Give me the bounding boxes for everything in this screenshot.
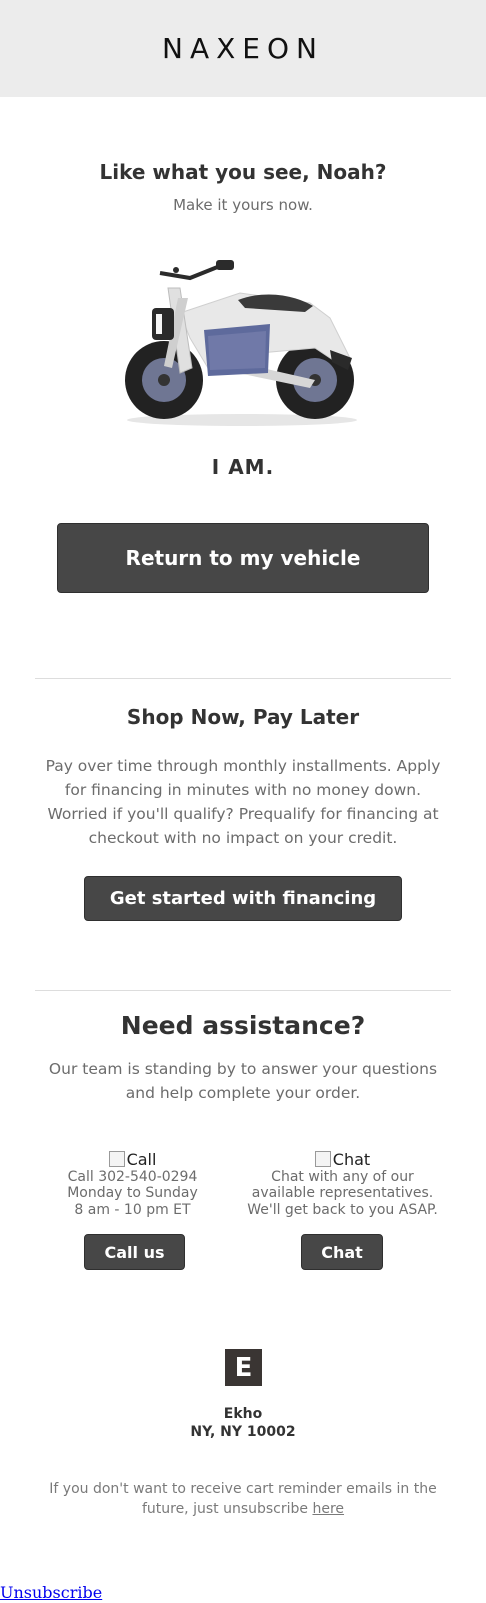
company-address: NY, NY 10002 — [190, 1424, 296, 1440]
hero-subtitle: Make it yours now. — [173, 196, 313, 214]
financing-title: Shop Now, Pay Later — [126, 705, 360, 729]
call-icon: Call — [40, 1151, 225, 1169]
motorcycle-image[interactable] — [120, 258, 366, 433]
header: NAXEON — [0, 0, 486, 97]
financing-button[interactable]: Get started with financing — [84, 876, 402, 921]
call-hours: 8 am - 10 pm ET — [74, 1201, 191, 1218]
call-us-button[interactable]: Call us — [84, 1234, 185, 1270]
assistance-title: Need assistance? — [120, 1011, 366, 1040]
brand-mark-icon[interactable]: E — [225, 1349, 262, 1386]
hero-title: Like what you see, Noah? — [99, 160, 387, 184]
call-phone: Call 302-540-0294 — [67, 1168, 198, 1185]
assistance-body: Our team is standing by to answer your q… — [48, 1060, 438, 1102]
unsubscribe-note-text: If you don't want to receive cart remind… — [49, 1481, 437, 1517]
chat-icon: Chat — [240, 1151, 445, 1169]
brand-logo[interactable]: NAXEON — [162, 32, 324, 65]
company-name: Ekho — [223, 1406, 263, 1422]
chat-button[interactable]: Chat — [301, 1234, 383, 1270]
chat-line-2: available representatives. — [251, 1185, 434, 1201]
unsubscribe-note: If you don't want to receive cart remind… — [40, 1479, 446, 1519]
chat-column: Chat Chat with any of our available repr… — [240, 1151, 445, 1218]
chat-line-1: Chat with any of our — [271, 1168, 414, 1185]
divider — [35, 990, 451, 991]
unsubscribe-link[interactable]: Unsubscribe — [0, 1583, 102, 1602]
chat-line-3: We'll get back to you ASAP. — [247, 1201, 438, 1218]
product-name: I AM. — [211, 455, 275, 479]
unsubscribe-here-link[interactable]: here — [312, 1501, 344, 1517]
financing-body: Pay over time through monthly installmen… — [45, 757, 441, 847]
divider — [35, 678, 451, 679]
brand-mark-letter: E — [234, 1352, 253, 1383]
call-column: Call Call 302-540-0294 Monday to Sunday … — [40, 1151, 225, 1218]
call-days: Monday to Sunday — [67, 1185, 198, 1201]
return-to-vehicle-button[interactable]: Return to my vehicle — [57, 523, 429, 593]
